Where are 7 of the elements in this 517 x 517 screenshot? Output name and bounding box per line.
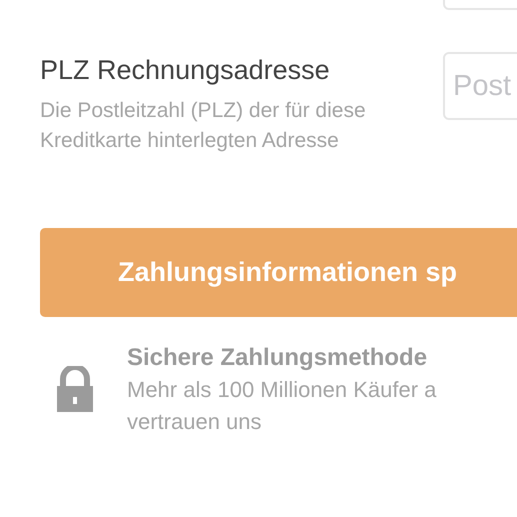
security-text: Mehr als 100 Millionen Käufer a vertrauen uns: [127, 376, 438, 436]
security-title: Sichere Zahlungsmethode: [127, 343, 428, 373]
postal-code-field[interactable]: Post: [443, 52, 517, 120]
lock-icon: [55, 366, 95, 414]
field-description: Die Postleitzahl (PLZ) der für diese Kreditkarte hinterlegten Adresse: [40, 98, 367, 154]
save-payment-button[interactable]: Zahlungsinformationen sp: [40, 228, 517, 317]
field-label: PLZ Rechnungsadresse: [40, 54, 331, 86]
